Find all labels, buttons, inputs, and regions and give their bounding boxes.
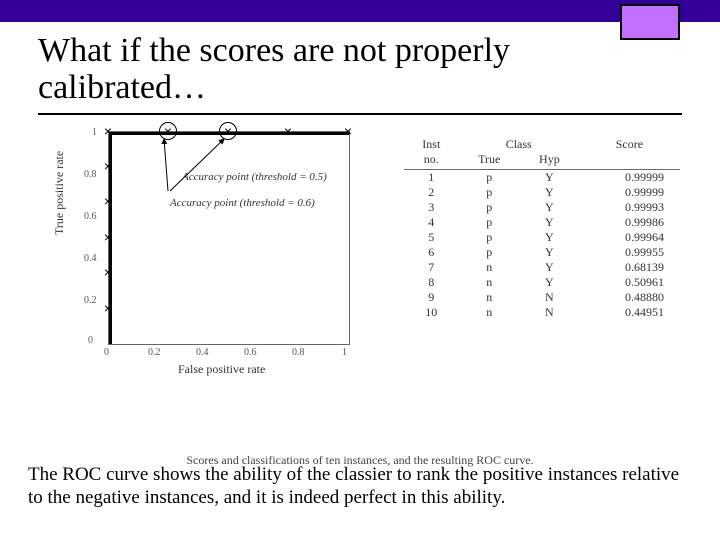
roc-point: × bbox=[104, 264, 112, 280]
cell-true: p bbox=[459, 200, 520, 215]
cell-hyp: Y bbox=[520, 260, 579, 275]
table-row: 1pY0.99999 bbox=[404, 169, 680, 185]
roc-point: × bbox=[284, 123, 292, 139]
cell-score: 0.99993 bbox=[579, 200, 680, 215]
th-no: no. bbox=[404, 152, 459, 170]
ytick: 0.2 bbox=[84, 295, 97, 306]
xtick: 1 bbox=[342, 347, 347, 358]
title-bar bbox=[0, 0, 720, 22]
instance-table: Inst Class Score no. True Hyp 1pY0.99999… bbox=[404, 137, 680, 320]
roc-point: × bbox=[104, 300, 112, 316]
cell-true: n bbox=[459, 290, 520, 305]
cell-true: n bbox=[459, 260, 520, 275]
slide-title: What if the scores are not properly cali… bbox=[38, 32, 682, 107]
th-inst: Inst bbox=[404, 137, 459, 152]
table-row: 9nN0.48880 bbox=[404, 290, 680, 305]
ytick: 0 bbox=[88, 335, 93, 346]
cell-no: 1 bbox=[404, 169, 459, 185]
cell-hyp: Y bbox=[520, 245, 579, 260]
table-row: 8nY0.50961 bbox=[404, 275, 680, 290]
cell-no: 4 bbox=[404, 215, 459, 230]
cell-true: p bbox=[459, 169, 520, 185]
roc-plot: True positive rate False positive rate 0… bbox=[68, 127, 360, 375]
cell-hyp: Y bbox=[520, 230, 579, 245]
x-axis-label: False positive rate bbox=[178, 362, 265, 377]
ytick: 1 bbox=[92, 127, 97, 138]
cell-no: 7 bbox=[404, 260, 459, 275]
ytick: 0.8 bbox=[84, 169, 97, 180]
cell-true: p bbox=[459, 245, 520, 260]
highlight-circle-icon bbox=[159, 122, 177, 140]
cell-no: 6 bbox=[404, 245, 459, 260]
highlight-circle-icon bbox=[219, 122, 237, 140]
ytick: 0.6 bbox=[84, 211, 97, 222]
cell-no: 10 bbox=[404, 305, 459, 320]
table-row: 10nN0.44951 bbox=[404, 305, 680, 320]
table-row: 2pY0.99999 bbox=[404, 185, 680, 200]
content-area: True positive rate False positive rate 0… bbox=[20, 127, 700, 427]
cell-hyp: Y bbox=[520, 200, 579, 215]
cell-no: 3 bbox=[404, 200, 459, 215]
xtick: 0.6 bbox=[244, 347, 257, 358]
roc-point: × bbox=[104, 158, 112, 174]
xtick: 0.4 bbox=[196, 347, 209, 358]
cell-no: 2 bbox=[404, 185, 459, 200]
annotation-threshold-06: Accuracy point (threshold = 0.6) bbox=[170, 197, 315, 209]
annotation-threshold-05: Accuracy point (threshold = 0.5) bbox=[182, 171, 327, 183]
cell-true: p bbox=[459, 215, 520, 230]
roc-point: × bbox=[344, 123, 352, 139]
ytick: 0.4 bbox=[84, 253, 97, 264]
th-score: Score bbox=[579, 137, 680, 152]
cell-no: 9 bbox=[404, 290, 459, 305]
th-hyp: Hyp bbox=[520, 152, 579, 170]
table-row: 4pY0.99986 bbox=[404, 215, 680, 230]
table-row: 7nY0.68139 bbox=[404, 260, 680, 275]
cell-hyp: N bbox=[520, 305, 579, 320]
roc-point: × bbox=[104, 123, 112, 139]
cell-true: p bbox=[459, 185, 520, 200]
title-wrap: What if the scores are not properly cali… bbox=[38, 22, 682, 115]
cell-score: 0.99955 bbox=[579, 245, 680, 260]
cell-score: 0.50961 bbox=[579, 275, 680, 290]
cell-score: 0.99999 bbox=[579, 185, 680, 200]
cell-no: 5 bbox=[404, 230, 459, 245]
roc-point: × bbox=[104, 229, 112, 245]
cell-hyp: Y bbox=[520, 275, 579, 290]
cell-true: n bbox=[459, 305, 520, 320]
cell-hyp: N bbox=[520, 290, 579, 305]
th-class: Class bbox=[459, 137, 579, 152]
corner-decoration bbox=[620, 4, 680, 40]
table-row: 3pY0.99993 bbox=[404, 200, 680, 215]
th-true: True bbox=[459, 152, 520, 170]
table-row: 6pY0.99955 bbox=[404, 245, 680, 260]
cell-score: 0.99986 bbox=[579, 215, 680, 230]
cell-hyp: Y bbox=[520, 185, 579, 200]
xtick: 0 bbox=[104, 347, 109, 358]
xtick: 0.8 bbox=[292, 347, 305, 358]
slide-body-text: The ROC curve shows the ability of the c… bbox=[28, 464, 692, 510]
cell-score: 0.48880 bbox=[579, 290, 680, 305]
cell-true: p bbox=[459, 230, 520, 245]
plot-frame bbox=[108, 131, 350, 345]
cell-hyp: Y bbox=[520, 169, 579, 185]
cell-score: 0.99964 bbox=[579, 230, 680, 245]
cell-score: 0.44951 bbox=[579, 305, 680, 320]
cell-true: n bbox=[459, 275, 520, 290]
y-axis-label: True positive rate bbox=[52, 151, 67, 235]
cell-hyp: Y bbox=[520, 215, 579, 230]
table-row: 5pY0.99964 bbox=[404, 230, 680, 245]
roc-point: × bbox=[104, 193, 112, 209]
cell-score: 0.99999 bbox=[579, 169, 680, 185]
cell-no: 8 bbox=[404, 275, 459, 290]
xtick: 0.2 bbox=[148, 347, 161, 358]
cell-score: 0.68139 bbox=[579, 260, 680, 275]
